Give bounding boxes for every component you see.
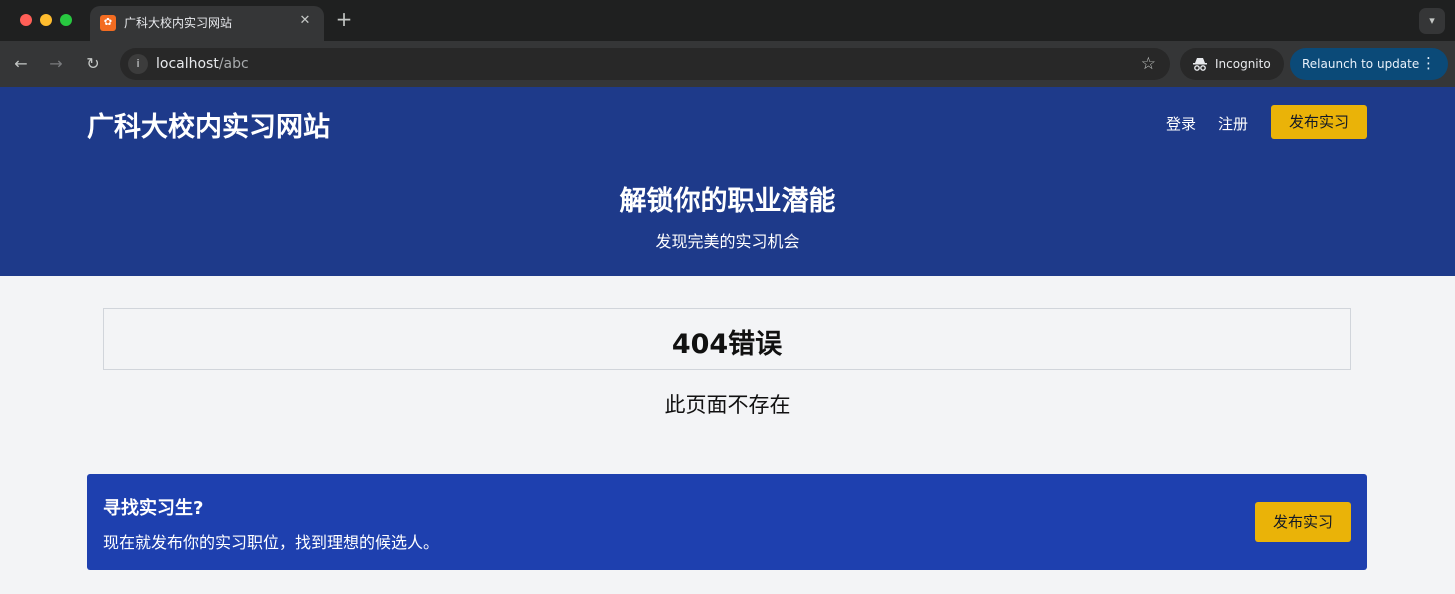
star-icon[interactable]: ☆ <box>1141 53 1156 75</box>
site-brand[interactable]: 广科大校内实习网站 <box>87 105 330 144</box>
browser-tab-strip: ✿ 广科大校内实习网站 ✕ + ▾ <box>0 0 1455 41</box>
relaunch-button[interactable]: Relaunch to update ⋮ <box>1290 48 1448 80</box>
url-host: localhost <box>156 56 219 72</box>
arrow-left-icon[interactable]: ← <box>10 53 32 75</box>
tab-close-icon[interactable]: ✕ <box>296 12 314 30</box>
incognito-indicator[interactable]: Incognito <box>1180 48 1284 80</box>
url-text[interactable]: localhost/abc <box>156 56 249 72</box>
url-path: /abc <box>218 56 249 72</box>
site-header: 广科大校内实习网站 登录 注册 发布实习 解锁你的职业潜能 发现完美的实习机会 <box>0 87 1455 276</box>
new-tab-button[interactable]: + <box>334 9 354 29</box>
hero-subtitle: 发现完美的实习机会 <box>655 232 800 251</box>
more-vertical-icon[interactable]: ⋮ <box>1421 54 1436 72</box>
window-zoom-button[interactable] <box>60 14 72 26</box>
error-title-box: 404错误 <box>103 308 1351 370</box>
incognito-icon <box>1192 56 1208 72</box>
nav-login-link[interactable]: 登录 <box>1166 113 1196 134</box>
incognito-label: Incognito <box>1215 57 1271 71</box>
hero-title: 解锁你的职业潜能 <box>619 186 836 217</box>
relaunch-label: Relaunch to update <box>1302 57 1420 71</box>
post-internship-button[interactable]: 发布实习 <box>1271 105 1367 139</box>
cta-banner: 寻找实习生? 现在就发布你的实习职位，找到理想的候选人。 发布实习 <box>87 474 1367 570</box>
window-minimize-button[interactable] <box>40 14 52 26</box>
browser-toolbar: ← → ↻ i localhost/abc ☆ Incognito Relaun… <box>0 41 1455 87</box>
address-bar[interactable]: i localhost/abc ☆ <box>120 48 1170 80</box>
cta-post-internship-button[interactable]: 发布实习 <box>1255 502 1351 542</box>
browser-tab-active[interactable]: ✿ 广科大校内实习网站 ✕ <box>90 6 324 41</box>
cta-text: 现在就发布你的实习职位，找到理想的候选人。 <box>103 533 440 552</box>
site-favicon-icon: ✿ <box>100 15 116 31</box>
tab-search-icon[interactable]: ▾ <box>1419 8 1445 34</box>
info-icon[interactable]: i <box>128 54 148 74</box>
error-title: 404错误 <box>671 329 783 360</box>
cta-title: 寻找实习生? <box>103 498 204 519</box>
tab-title: 广科大校内实习网站 <box>124 16 233 30</box>
reload-icon[interactable]: ↻ <box>82 53 104 75</box>
error-message: 此页面不存在 <box>664 393 791 417</box>
nav-register-link[interactable]: 注册 <box>1218 113 1248 134</box>
window-close-button[interactable] <box>20 14 32 26</box>
arrow-right-icon[interactable]: → <box>45 53 67 75</box>
